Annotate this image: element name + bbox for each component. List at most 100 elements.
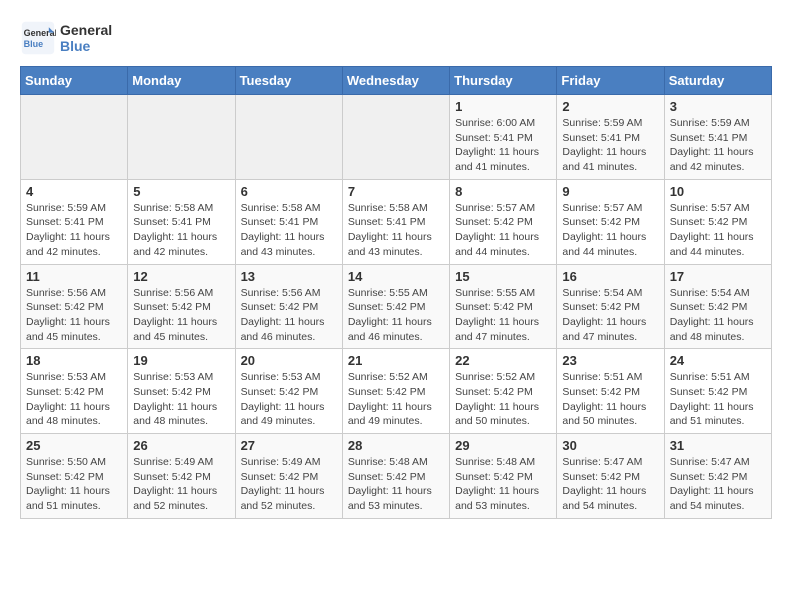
day-info: Sunrise: 5:53 AMSunset: 5:42 PMDaylight:…: [241, 370, 337, 429]
calendar-cell: 16 Sunrise: 5:54 AMSunset: 5:42 PMDayligh…: [557, 264, 664, 349]
calendar-cell: 22 Sunrise: 5:52 AMSunset: 5:42 PMDayligh…: [450, 349, 557, 434]
logo-text-general: General: [60, 22, 112, 38]
day-number: 2: [562, 99, 658, 114]
day-number: 17: [670, 269, 766, 284]
day-info: Sunrise: 5:59 AMSunset: 5:41 PMDaylight:…: [670, 116, 766, 175]
day-info: Sunrise: 5:47 AMSunset: 5:42 PMDaylight:…: [562, 455, 658, 514]
day-info: Sunrise: 5:57 AMSunset: 5:42 PMDaylight:…: [670, 201, 766, 260]
day-info: Sunrise: 5:54 AMSunset: 5:42 PMDaylight:…: [670, 286, 766, 345]
day-info: Sunrise: 5:50 AMSunset: 5:42 PMDaylight:…: [26, 455, 122, 514]
calendar-cell: 25Sunrise: 5:50 AMSunset: 5:42 PMDayligh…: [21, 434, 128, 519]
day-info: Sunrise: 5:52 AMSunset: 5:42 PMDaylight:…: [455, 370, 551, 429]
day-info: Sunrise: 5:59 AMSunset: 5:41 PMDaylight:…: [562, 116, 658, 175]
day-info: Sunrise: 5:56 AMSunset: 5:42 PMDaylight:…: [241, 286, 337, 345]
day-number: 13: [241, 269, 337, 284]
day-number: 14: [348, 269, 444, 284]
day-number: 23: [562, 353, 658, 368]
calendar-cell: 6 Sunrise: 5:58 AMSunset: 5:41 PMDaylight…: [235, 179, 342, 264]
day-number: 29: [455, 438, 551, 453]
day-number: 21: [348, 353, 444, 368]
weekday-header-saturday: Saturday: [664, 67, 771, 95]
day-info: Sunrise: 5:59 AMSunset: 5:41 PMDaylight:…: [26, 201, 122, 260]
logo: General Blue General Blue: [20, 20, 112, 56]
day-number: 30: [562, 438, 658, 453]
day-number: 15: [455, 269, 551, 284]
day-number: 12: [133, 269, 229, 284]
day-info: Sunrise: 5:54 AMSunset: 5:42 PMDaylight:…: [562, 286, 658, 345]
day-number: 1: [455, 99, 551, 114]
day-info: Sunrise: 5:48 AMSunset: 5:42 PMDaylight:…: [348, 455, 444, 514]
calendar-cell: 24Sunrise: 5:51 AMSunset: 5:42 PMDayligh…: [664, 349, 771, 434]
day-number: 19: [133, 353, 229, 368]
day-info: Sunrise: 6:00 AMSunset: 5:41 PMDaylight:…: [455, 116, 551, 175]
day-info: Sunrise: 5:49 AMSunset: 5:42 PMDaylight:…: [133, 455, 229, 514]
calendar-cell: 27 Sunrise: 5:49 AMSunset: 5:42 PMDayligh…: [235, 434, 342, 519]
calendar-cell: 11Sunrise: 5:56 AMSunset: 5:42 PMDayligh…: [21, 264, 128, 349]
day-number: 27: [241, 438, 337, 453]
day-number: 6: [241, 184, 337, 199]
day-info: Sunrise: 5:52 AMSunset: 5:42 PMDaylight:…: [348, 370, 444, 429]
day-info: Sunrise: 5:57 AMSunset: 5:42 PMDaylight:…: [562, 201, 658, 260]
logo-text-blue: Blue: [60, 38, 112, 54]
day-number: 26: [133, 438, 229, 453]
day-number: 18: [26, 353, 122, 368]
calendar-cell: 1 Sunrise: 6:00 AMSunset: 5:41 PMDaylight…: [450, 95, 557, 180]
calendar-cell: 14Sunrise: 5:55 AMSunset: 5:42 PMDayligh…: [342, 264, 449, 349]
calendar-cell: 8 Sunrise: 5:57 AMSunset: 5:42 PMDaylight…: [450, 179, 557, 264]
day-number: 16: [562, 269, 658, 284]
calendar-header: SundayMondayTuesdayWednesdayThursdayFrid…: [21, 67, 772, 95]
day-info: Sunrise: 5:47 AMSunset: 5:42 PMDaylight:…: [670, 455, 766, 514]
weekday-header-monday: Monday: [128, 67, 235, 95]
calendar-cell: 31 Sunrise: 5:47 AMSunset: 5:42 PMDayligh…: [664, 434, 771, 519]
day-info: Sunrise: 5:49 AMSunset: 5:42 PMDaylight:…: [241, 455, 337, 514]
day-number: 20: [241, 353, 337, 368]
calendar-cell: 20 Sunrise: 5:53 AMSunset: 5:42 PMDayligh…: [235, 349, 342, 434]
day-info: Sunrise: 5:57 AMSunset: 5:42 PMDaylight:…: [455, 201, 551, 260]
weekday-header-friday: Friday: [557, 67, 664, 95]
calendar-cell: 19Sunrise: 5:53 AMSunset: 5:42 PMDayligh…: [128, 349, 235, 434]
calendar-cell: [21, 95, 128, 180]
calendar-cell: 18 Sunrise: 5:53 AMSunset: 5:42 PMDayligh…: [21, 349, 128, 434]
day-number: 8: [455, 184, 551, 199]
calendar-cell: [342, 95, 449, 180]
calendar-cell: 21 Sunrise: 5:52 AMSunset: 5:42 PMDayligh…: [342, 349, 449, 434]
weekday-header-sunday: Sunday: [21, 67, 128, 95]
calendar-cell: [128, 95, 235, 180]
page-header: General Blue General Blue: [20, 20, 772, 56]
week-row-3: 11Sunrise: 5:56 AMSunset: 5:42 PMDayligh…: [21, 264, 772, 349]
svg-text:Blue: Blue: [24, 39, 44, 49]
calendar-cell: 5 Sunrise: 5:58 AMSunset: 5:41 PMDaylight…: [128, 179, 235, 264]
day-number: 31: [670, 438, 766, 453]
week-row-2: 4Sunrise: 5:59 AMSunset: 5:41 PMDaylight…: [21, 179, 772, 264]
day-info: Sunrise: 5:55 AMSunset: 5:42 PMDaylight:…: [455, 286, 551, 345]
day-info: Sunrise: 5:56 AMSunset: 5:42 PMDaylight:…: [133, 286, 229, 345]
calendar-cell: 9Sunrise: 5:57 AMSunset: 5:42 PMDaylight…: [557, 179, 664, 264]
day-info: Sunrise: 5:51 AMSunset: 5:42 PMDaylight:…: [670, 370, 766, 429]
logo-icon: General Blue: [20, 20, 56, 56]
day-number: 22: [455, 353, 551, 368]
calendar-table: SundayMondayTuesdayWednesdayThursdayFrid…: [20, 66, 772, 519]
calendar-cell: 10Sunrise: 5:57 AMSunset: 5:42 PMDayligh…: [664, 179, 771, 264]
calendar-cell: 23 Sunrise: 5:51 AMSunset: 5:42 PMDayligh…: [557, 349, 664, 434]
calendar-cell: 29 Sunrise: 5:48 AMSunset: 5:42 PMDayligh…: [450, 434, 557, 519]
calendar-cell: 15 Sunrise: 5:55 AMSunset: 5:42 PMDayligh…: [450, 264, 557, 349]
calendar-cell: 3Sunrise: 5:59 AMSunset: 5:41 PMDaylight…: [664, 95, 771, 180]
day-number: 7: [348, 184, 444, 199]
calendar-cell: 17 Sunrise: 5:54 AMSunset: 5:42 PMDayligh…: [664, 264, 771, 349]
calendar-cell: 26 Sunrise: 5:49 AMSunset: 5:42 PMDayligh…: [128, 434, 235, 519]
day-info: Sunrise: 5:56 AMSunset: 5:42 PMDaylight:…: [26, 286, 122, 345]
day-info: Sunrise: 5:53 AMSunset: 5:42 PMDaylight:…: [26, 370, 122, 429]
calendar-cell: 13 Sunrise: 5:56 AMSunset: 5:42 PMDayligh…: [235, 264, 342, 349]
day-info: Sunrise: 5:58 AMSunset: 5:41 PMDaylight:…: [241, 201, 337, 260]
day-number: 5: [133, 184, 229, 199]
calendar-cell: 28 Sunrise: 5:48 AMSunset: 5:42 PMDayligh…: [342, 434, 449, 519]
weekday-row: SundayMondayTuesdayWednesdayThursdayFrid…: [21, 67, 772, 95]
day-info: Sunrise: 5:51 AMSunset: 5:42 PMDaylight:…: [562, 370, 658, 429]
day-number: 28: [348, 438, 444, 453]
calendar-cell: 7Sunrise: 5:58 AMSunset: 5:41 PMDaylight…: [342, 179, 449, 264]
week-row-5: 25Sunrise: 5:50 AMSunset: 5:42 PMDayligh…: [21, 434, 772, 519]
calendar-cell: 4Sunrise: 5:59 AMSunset: 5:41 PMDaylight…: [21, 179, 128, 264]
day-info: Sunrise: 5:58 AMSunset: 5:41 PMDaylight:…: [133, 201, 229, 260]
day-info: Sunrise: 5:48 AMSunset: 5:42 PMDaylight:…: [455, 455, 551, 514]
weekday-header-thursday: Thursday: [450, 67, 557, 95]
